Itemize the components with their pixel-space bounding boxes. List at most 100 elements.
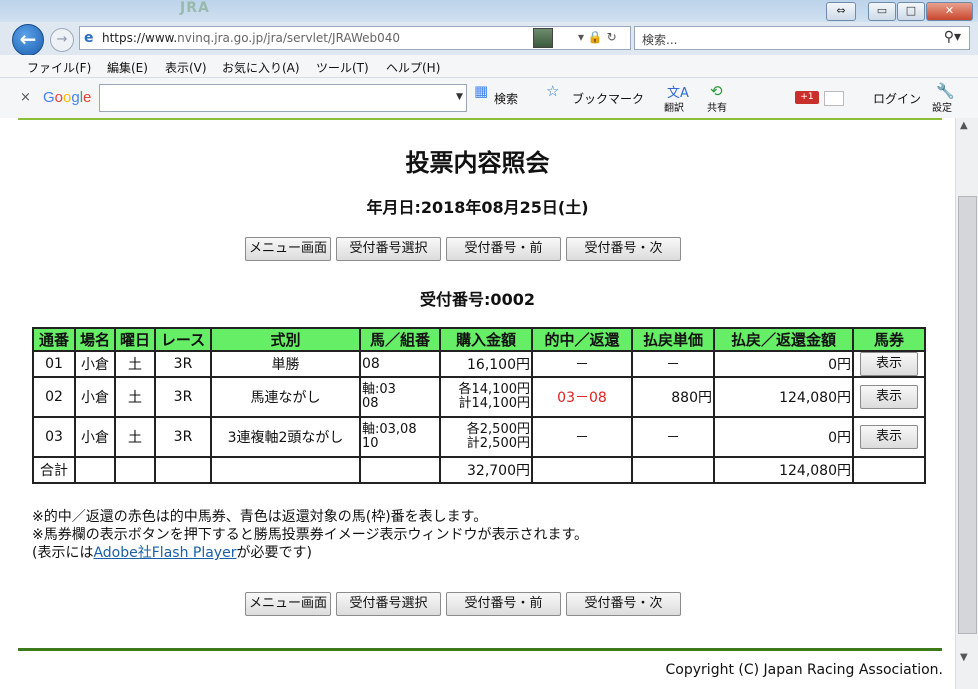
col-day: 曜日	[114, 327, 156, 352]
forward-button[interactable]: →	[50, 28, 74, 52]
note-line-3: (表示にはAdobe社Flash Playerが必要です)	[32, 545, 312, 561]
cell-race: 3R	[154, 376, 212, 418]
translate-button[interactable]: 翻訳	[664, 99, 684, 114]
settings-button[interactable]: 設定	[932, 99, 952, 114]
page-content: 投票内容照会 年月日:2018年08月25日(土) メニュー画面 受付番号選択 …	[0, 118, 955, 689]
gplus-button[interactable]: +1	[795, 91, 819, 104]
menu-bar: ファイル(F) 編集(E) 表示(V) お気に入り(A) ツール(T) ヘルプ(…	[0, 55, 978, 78]
menu-help[interactable]: ヘルプ(H)	[386, 59, 440, 76]
col-ticket: 馬券	[852, 327, 926, 352]
menu-file[interactable]: ファイル(F)	[27, 59, 91, 76]
ie-page-icon: e	[84, 30, 94, 46]
copyright: Copyright (C) Japan Racing Association.	[665, 662, 943, 678]
cell-race: 3R	[154, 416, 212, 458]
menu-screen-button[interactable]: メニュー画面	[245, 237, 331, 261]
table-row: 02 小倉 土 3R 馬連ながし 軸:03 08 各14,100円 計14,100円…	[32, 376, 926, 418]
wrench-icon: 🔧	[936, 82, 955, 100]
address-tools[interactable]: ▾ 🔒 ↻	[578, 30, 617, 44]
cell-venue: 小倉	[74, 416, 116, 458]
nav-buttons-bottom: メニュー画面 受付番号選択 受付番号・前 受付番号・次	[245, 592, 681, 616]
total-label: 合計	[32, 456, 76, 484]
menu-view[interactable]: 表示(V)	[165, 59, 207, 76]
flash-player-link[interactable]: Adobe社Flash Player	[93, 545, 236, 561]
col-unit: 払戻単価	[631, 327, 715, 352]
cell-ticket: 表示	[852, 416, 926, 458]
total-amount: 32,700円	[439, 456, 533, 484]
combo-partner: 10	[362, 436, 379, 451]
notes: ※的中／返還の赤色は的中馬券、青色は返還対象の馬(枠)番を表します。 ※馬券欄の…	[32, 508, 588, 562]
cell-type: 馬連ながし	[210, 376, 361, 418]
maximize-button[interactable]: □	[897, 2, 925, 21]
restore-icon[interactable]: ⇔	[826, 2, 856, 21]
amount-each: 各14,100円	[458, 382, 531, 397]
bookmark-button[interactable]: ブックマーク	[572, 90, 644, 107]
cell-unit: －	[631, 416, 715, 458]
toolbar-close-icon[interactable]: ×	[20, 90, 31, 105]
cell-hit: －	[531, 416, 633, 458]
back-button[interactable]: ←	[12, 24, 44, 56]
table-row: 01 小倉 土 3R 単勝 08 16,100円 － － 0円 表示	[32, 350, 926, 378]
receipt-prev-button[interactable]: 受付番号・前	[446, 237, 561, 261]
share-button[interactable]: 共有	[707, 99, 727, 114]
gplus-count	[824, 91, 844, 106]
page-title: 投票内容照会	[405, 149, 550, 177]
combo-axis: 軸:03,08	[362, 422, 417, 437]
vertical-scrollbar[interactable]: ▲ ▼	[955, 118, 978, 689]
col-hit: 的中／返還	[531, 327, 633, 352]
col-venue: 場名	[74, 327, 116, 352]
scroll-down-icon[interactable]: ▼	[960, 652, 968, 663]
cell-no: 01	[32, 350, 76, 378]
search-input[interactable]: 検索... ⚲▾	[634, 26, 970, 50]
google-search-button[interactable]: 検索	[494, 90, 518, 107]
title-bar: JRA ⇔ ▭ □ ✕	[0, 0, 978, 22]
receipt-next-button[interactable]: 受付番号・次	[566, 237, 681, 261]
show-ticket-button[interactable]: 表示	[860, 425, 918, 449]
receipt-next-button[interactable]: 受付番号・次	[566, 592, 681, 616]
receipt-select-button[interactable]: 受付番号選択	[336, 237, 441, 261]
scroll-thumb[interactable]	[958, 196, 977, 634]
show-ticket-button[interactable]: 表示	[860, 352, 918, 376]
google-logo: Google	[43, 89, 92, 106]
table-header-row: 通番 場名 曜日 レース 式別 馬／組番 購入金額 的中／返還 払戻単価 払戻／…	[32, 327, 926, 352]
cell-ticket: 表示	[852, 376, 926, 418]
chevron-down-icon[interactable]: ▼	[456, 92, 463, 102]
minimize-button[interactable]: ▭	[868, 2, 896, 21]
amount-total: 計2,500円	[466, 436, 530, 451]
address-bar-row: ← → e https://www.nvinq.jra.go.jp/jra/se…	[0, 22, 978, 56]
col-type: 式別	[210, 327, 361, 352]
cell-combo: 08	[359, 350, 441, 378]
receipt-number: 受付番号:0002	[420, 290, 535, 309]
address-input[interactable]: e https://www.nvinq.jra.go.jp/jra/servle…	[79, 26, 631, 50]
col-combo: 馬／組番	[359, 327, 441, 352]
google-search-input[interactable]	[99, 84, 467, 112]
cell-combo: 軸:03 08	[359, 376, 441, 418]
login-button[interactable]: ログイン	[873, 90, 921, 107]
scroll-up-icon[interactable]: ▲	[960, 120, 968, 131]
cell-amount: 16,100円	[439, 350, 533, 378]
menu-favorites[interactable]: お気に入り(A)	[222, 59, 300, 76]
receipt-prev-button[interactable]: 受付番号・前	[446, 592, 561, 616]
cell-ticket: 表示	[852, 350, 926, 378]
cell-amount: 各14,100円 計14,100円	[439, 376, 533, 418]
total-payout: 124,080円	[713, 456, 854, 484]
cell-no: 02	[32, 376, 76, 418]
col-no: 通番	[32, 327, 76, 352]
menu-edit[interactable]: 編集(E)	[107, 59, 148, 76]
menu-tools[interactable]: ツール(T)	[316, 59, 369, 76]
search-icon[interactable]: ⚲▾	[944, 29, 961, 45]
google-toolbar: × Google ▼ ▦ 検索 ☆ ブックマーク 文A 翻訳 ⟲ 共有 +1 ロ…	[0, 78, 978, 118]
show-ticket-button[interactable]: 表示	[860, 385, 918, 409]
cell-venue: 小倉	[74, 350, 116, 378]
menu-screen-button[interactable]: メニュー画面	[245, 592, 331, 616]
receipt-select-button[interactable]: 受付番号選択	[336, 592, 441, 616]
search-placeholder: 検索...	[642, 33, 678, 47]
cell-type: 3連複軸2頭ながし	[210, 416, 361, 458]
note-line-2: ※馬券欄の表示ボタンを押下すると勝馬投票券イメージ表示ウィンドウが表示されます。	[32, 527, 589, 543]
cell-payout: 0円	[713, 350, 854, 378]
url-text: https://www.nvinq.jra.go.jp/jra/servlet/…	[102, 31, 401, 45]
cell-hit: －	[531, 350, 633, 378]
close-button[interactable]: ✕	[926, 2, 973, 21]
site-thumbnail-icon	[533, 28, 553, 48]
cell-payout: 0円	[713, 416, 854, 458]
cell-day: 土	[114, 376, 156, 418]
